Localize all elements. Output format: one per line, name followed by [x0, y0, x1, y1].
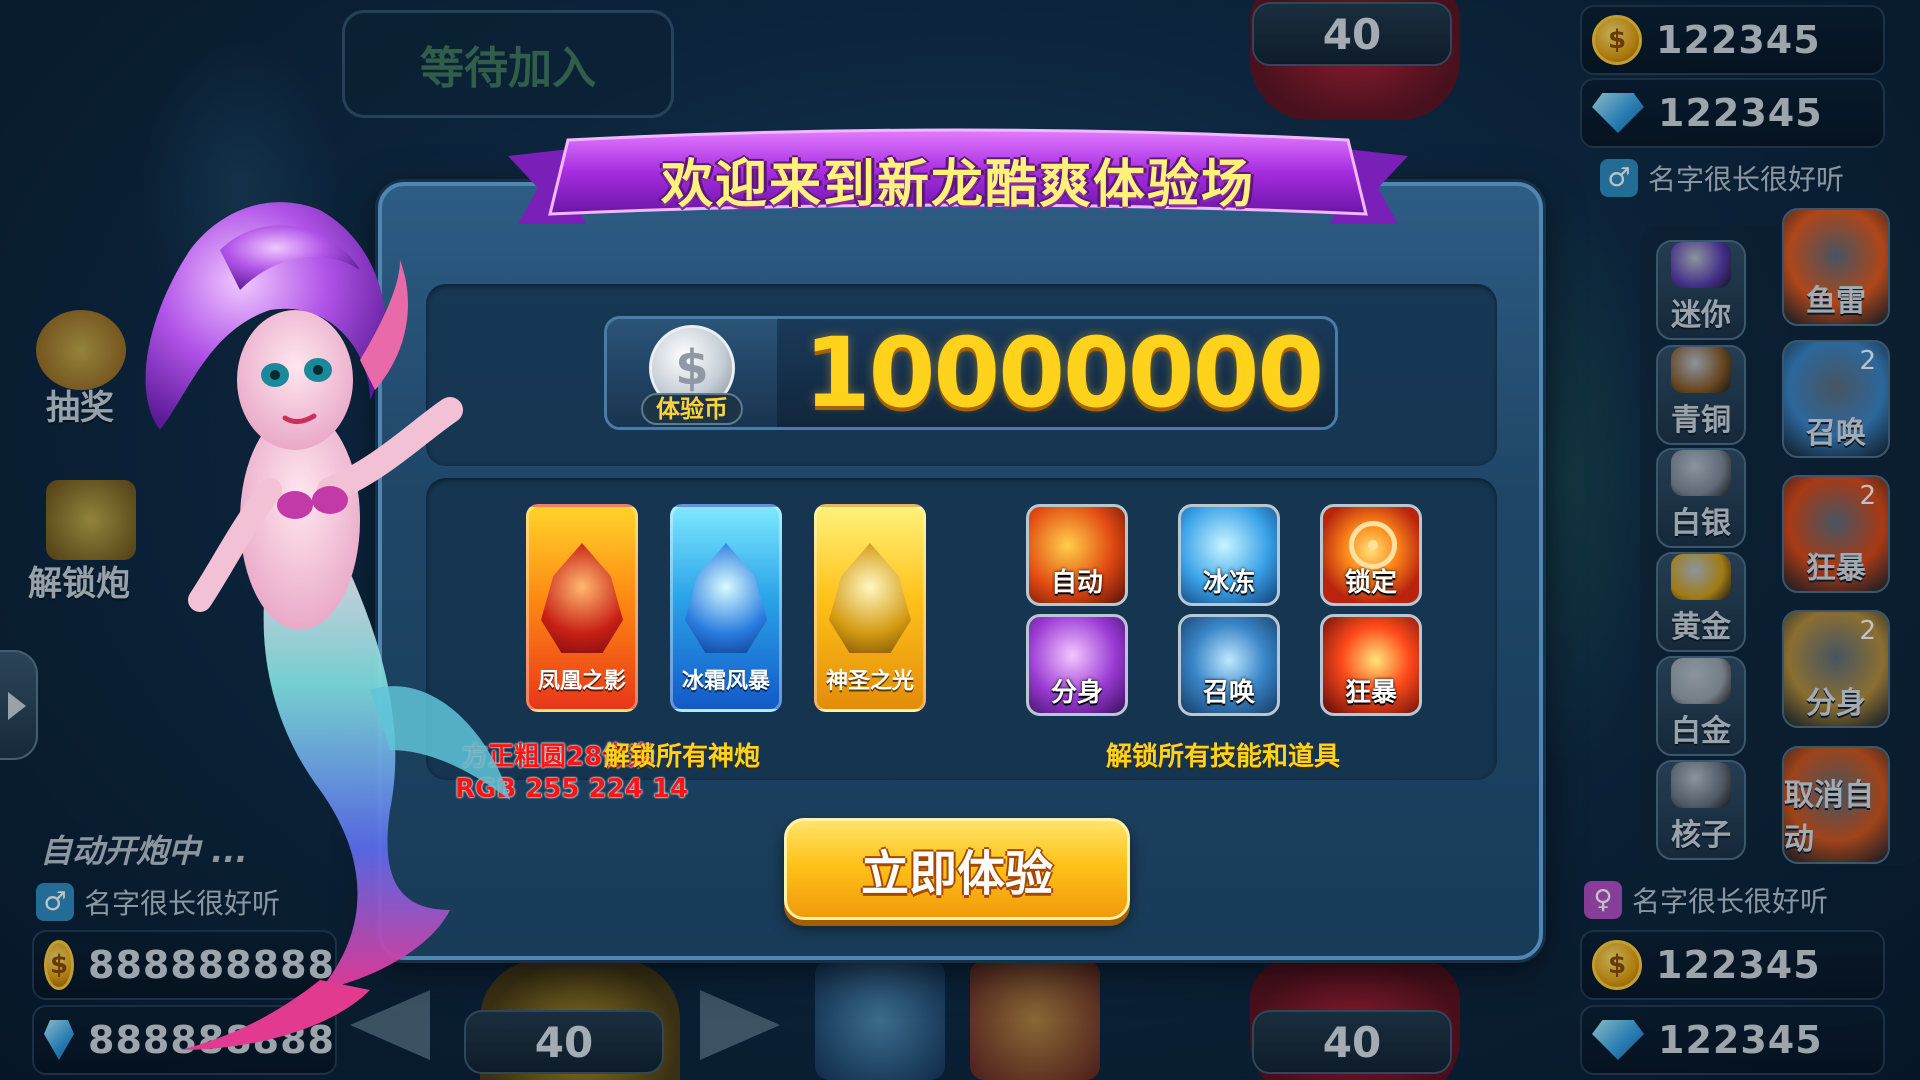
- skill-tile-freeze: 冰冻: [1178, 504, 1280, 606]
- trial-coin-balance: $ 体验币 10000000: [604, 316, 1338, 430]
- skill-tile-clone: 分身: [1026, 614, 1128, 716]
- dialog-title: 欢迎来到新龙酷爽体验场: [660, 155, 1255, 215]
- cannons-caption: 解锁所有神炮: [604, 736, 824, 773]
- mermaid-illustration: [145, 202, 510, 1050]
- skill-name: 狂暴: [1344, 678, 1397, 708]
- try-now-button[interactable]: 立即体验: [784, 818, 1130, 920]
- trial-coin-label: 体验币: [641, 393, 743, 425]
- cannon-card-phoenix: 凤凰之影: [526, 504, 638, 712]
- cannon-card-frost: 冰霜风暴: [670, 504, 782, 712]
- skill-name: 召唤: [1202, 678, 1255, 708]
- cannon-card-holy: 神圣之光: [814, 504, 926, 712]
- cannon-icon: [685, 543, 767, 653]
- skill-name: 冰冻: [1202, 568, 1255, 598]
- title-banner: 欢迎来到新龙酷爽体验场: [508, 126, 1408, 244]
- skill-name: 分身: [1050, 678, 1103, 708]
- skill-tile-auto: 自动: [1026, 504, 1128, 606]
- cannon-name: 冰霜风暴: [681, 669, 770, 694]
- skill-tile-rage: 狂暴: [1320, 614, 1422, 716]
- cannon-icon: [829, 543, 911, 653]
- skill-tile-lock: 锁定: [1320, 504, 1422, 606]
- cannon-icon: [541, 543, 623, 653]
- cannon-name: 凤凰之影: [537, 669, 626, 694]
- trial-coin-amount: 10000000: [803, 317, 1324, 429]
- skill-tile-summon: 召唤: [1178, 614, 1280, 716]
- skill-name: 锁定: [1344, 568, 1397, 598]
- cannon-name: 神圣之光: [825, 669, 914, 694]
- trial-coin-icon-box: $ 体验币: [607, 319, 777, 427]
- skill-name: 自动: [1050, 568, 1103, 598]
- skills-caption: 解锁所有技能和道具: [1106, 742, 1341, 772]
- cannons-caption-text: 解锁所有神炮: [604, 742, 761, 772]
